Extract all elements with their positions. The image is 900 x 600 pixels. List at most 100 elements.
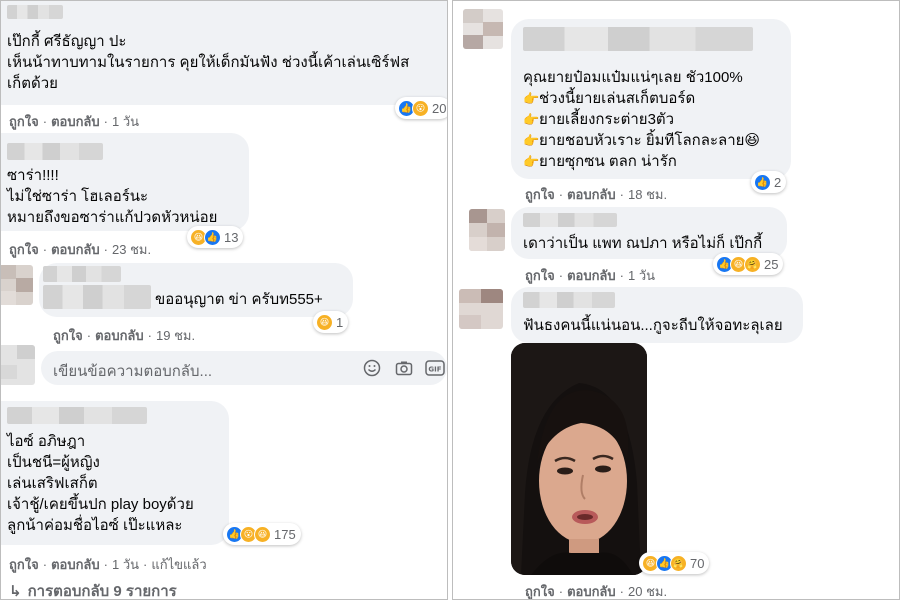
comment-line: เดาว่าเป็น แพท ณปภา หรือไม่ก็ เป๊กกี้ [523, 235, 763, 252]
timestamp[interactable]: 20 ชม. [628, 584, 667, 599]
reply-link[interactable]: ตอบกลับ [51, 114, 100, 129]
avatar[interactable] [1, 265, 33, 305]
comment-line: 👉ช่วงนี้ยายเล่นสเก็ตบอร์ด [523, 90, 696, 107]
like-link[interactable]: ถูกใจ [9, 114, 39, 129]
comment-line: เล่นเสริฟเสก็ต [7, 475, 98, 492]
woman-portrait-image [511, 343, 647, 575]
reaction-summary[interactable]: 👍 😆 🤗 25 [713, 253, 784, 275]
comment-bubble: ซาร่า!!!! ไม่ใช่ซาร่า โฮเลอร์นะ หมายถึงข… [1, 133, 249, 231]
like-link[interactable]: ถูกใจ [53, 328, 83, 343]
pointing-hand-icon: 👉 [523, 154, 540, 169]
comment-actions: ถูกใจ · ตอบกลับ · 20 ชม. [525, 584, 668, 599]
comment-line: คุณยายป๋อมแป๋มแน่ๆเลย ชัว100% [523, 69, 743, 86]
commenter-name-hidden [43, 265, 121, 283]
avatar[interactable] [469, 209, 505, 251]
avatar [1, 345, 35, 385]
like-link[interactable]: ถูกใจ [9, 242, 39, 257]
comment-photo[interactable] [511, 343, 647, 575]
reply-link[interactable]: ตอบกลับ [51, 557, 100, 572]
reaction-summary[interactable]: 😆 👍 🤗 70 [639, 552, 710, 574]
comment-bubble: เป๊กกี้ ศรีธัญญา ปะ เห็นน้าทาบทามในรายกา… [1, 1, 447, 105]
care-reaction-icon: 🤗 [744, 255, 761, 273]
comment-actions: ถูกใจ · ตอบกลับ · 18 ชม. [525, 187, 668, 202]
pointing-hand-icon: 👉 [523, 133, 540, 148]
commenter-name-hidden [523, 27, 753, 51]
avatar[interactable] [459, 289, 503, 329]
comment-line: เป๊กกี้ ศรีธัญญา ปะ [7, 33, 127, 50]
like-reaction-icon: 👍 [204, 228, 221, 246]
reaction-summary[interactable]: 👍 😮 20 [395, 97, 447, 119]
view-replies-label: การตอบกลับ 9 รายการ [27, 583, 177, 600]
timestamp[interactable]: 19 ชม. [156, 328, 195, 343]
grinning-face-icon: 😆 [744, 132, 761, 149]
commenter-name-hidden [43, 285, 151, 309]
comment-line: ลูกน้าค่อมชื่อไอซ์ เป๊ะแหละ [7, 517, 183, 534]
reaction-count: 70 [690, 555, 705, 571]
emoji-icon[interactable] [363, 359, 381, 377]
wow-reaction-icon: 😮 [412, 99, 429, 117]
like-link[interactable]: ถูกใจ [525, 268, 555, 283]
commenter-name-hidden [7, 143, 103, 161]
reaction-count: 13 [224, 229, 239, 245]
timestamp[interactable]: 1 วัน [112, 557, 139, 572]
timestamp[interactable]: 18 ชม. [628, 187, 667, 202]
comment-actions: ถูกใจ · ตอบกลับ · 1 วัน [9, 114, 140, 129]
reaction-summary[interactable]: 👍 😮 😆 175 [223, 523, 301, 545]
pointing-hand-icon: 👉 [523, 91, 540, 106]
comment-bubble: ฟันธงคนนี้แน่นอน...กูจะถีบให้จอทะลุเลย [511, 287, 803, 343]
reply-link[interactable]: ตอบกลับ [95, 328, 144, 343]
comment-bubble: ไอซ์ อภิษฎา เป็นชนี=ผู้หญิง เล่นเสริฟเสก… [1, 401, 229, 545]
camera-icon[interactable] [395, 359, 413, 377]
comment-actions: ถูกใจ · ตอบกลับ · 1 วัน · แก้ไขแล้ว [9, 557, 207, 572]
reaction-summary[interactable]: 😆 👍 13 [187, 226, 244, 248]
commenter-name-hidden [7, 407, 147, 425]
comment-line: ไม่ใช่ซาร่า โฮเลอร์นะ [7, 188, 149, 205]
comment-line: เป็นชนี=ผู้หญิง [7, 454, 100, 471]
comment-actions: ถูกใจ · ตอบกลับ · 19 ชม. [53, 328, 196, 343]
comment-bubble: เดาว่าเป็น แพท ณปภา หรือไม่ก็ เป๊กกี้ [511, 207, 787, 259]
reaction-summary[interactable]: 👍 2 [751, 171, 787, 193]
reaction-count: 1 [336, 314, 344, 330]
view-replies-link[interactable]: ↳ การตอบกลับ 9 รายการ [9, 579, 177, 600]
commenter-name-hidden [523, 291, 615, 309]
comment-line: 👉ยายซุกซน ตลก น่ารัก [523, 153, 677, 170]
commenter-name-hidden [7, 3, 63, 21]
reply-arrow-icon: ↳ [9, 583, 22, 600]
avatar[interactable] [463, 9, 503, 49]
reply-link[interactable]: ตอบกลับ [51, 242, 100, 257]
comment-line: เห็นน้าทาบทามในรายการ คุยให้เด็กมันฟัง ช… [7, 54, 410, 71]
edited-label[interactable]: แก้ไขแล้ว [151, 557, 206, 572]
reaction-summary[interactable]: 😆 1 [313, 311, 349, 333]
reaction-count: 175 [274, 526, 296, 542]
timestamp[interactable]: 1 วัน [112, 114, 139, 129]
reply-link[interactable]: ตอบกลับ [567, 584, 616, 599]
timestamp[interactable]: 23 ชม. [112, 242, 151, 257]
left-comment-panel: เป๊กกี้ ศรีธัญญา ปะ เห็นน้าทาบทามในรายกา… [0, 0, 448, 600]
right-comment-panel: คุณยายป๋อมแป๋มแน่ๆเลย ชัว100% 👉ช่วงนี้ยา… [452, 0, 900, 600]
reply-link[interactable]: ตอบกลับ [567, 187, 616, 202]
comment-line: 👉ยายชอบหัวเราะ ยิ้มทีโลกละลาย😆 [523, 132, 761, 149]
gif-icon[interactable]: GIF [425, 359, 445, 377]
reply-input[interactable]: เขียนข้อความตอบกลับ... GIF [41, 351, 447, 385]
comment-line: 👉ยายเลี้ยงกระต่าย3ตัว [523, 111, 675, 128]
pointing-hand-icon: 👉 [523, 112, 540, 127]
comment-bubble: คุณยายป๋อมแป๋มแน่ๆเลย ชัว100% 👉ช่วงนี้ยา… [511, 19, 791, 179]
reply-link[interactable]: ตอบกลับ [567, 268, 616, 283]
haha-reaction-icon: 😆 [316, 313, 333, 331]
reaction-count: 25 [764, 256, 779, 272]
comment-line: ไอซ์ อภิษฎา [7, 433, 86, 450]
svg-text:GIF: GIF [428, 366, 441, 374]
comment-actions: ถูกใจ · ตอบกลับ · 1 วัน [525, 268, 656, 283]
comment-line: เจ้าชู้/เคยขึ้นปก play boyด้วย [7, 496, 194, 513]
reaction-count: 2 [774, 174, 782, 190]
care-reaction-icon: 🤗 [670, 554, 687, 572]
comment-bubble: ขออนุญาต ข่า ครับท555+ [39, 263, 353, 317]
like-link[interactable]: ถูกใจ [9, 557, 39, 572]
comment-line: ขออนุญาต ข่า ครับท555+ [155, 291, 323, 308]
like-link[interactable]: ถูกใจ [525, 187, 555, 202]
reaction-count: 20 [432, 100, 447, 116]
timestamp[interactable]: 1 วัน [628, 268, 655, 283]
comment-actions: ถูกใจ · ตอบกลับ · 23 ชม. [9, 242, 152, 257]
haha-reaction-icon: 😆 [254, 525, 271, 543]
like-link[interactable]: ถูกใจ [525, 584, 555, 599]
